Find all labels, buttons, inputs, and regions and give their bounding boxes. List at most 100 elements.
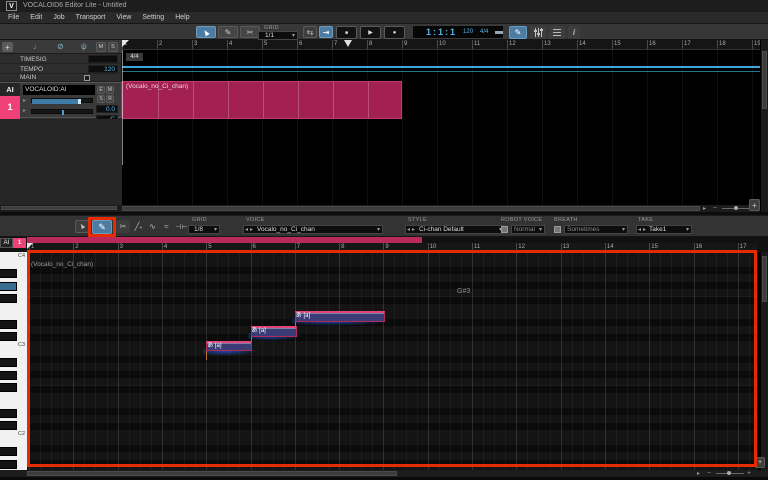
pr-playhead-flag[interactable] xyxy=(27,243,33,249)
piano-key-black[interactable] xyxy=(0,332,17,341)
record-button[interactable]: ● xyxy=(384,26,405,39)
piano-key-black[interactable] xyxy=(0,320,17,329)
info-button[interactable]: i xyxy=(568,26,580,39)
pr-zoom-in-icon[interactable]: + xyxy=(747,470,751,477)
piano-key-black[interactable] xyxy=(0,358,17,367)
track-panel-hscroll[interactable] xyxy=(0,205,122,212)
editor-view-button[interactable]: ✎ xyxy=(509,26,527,39)
end-marker[interactable] xyxy=(344,40,352,47)
tempo-curve-line[interactable] xyxy=(122,66,760,68)
timeline-vscroll[interactable] xyxy=(760,40,768,212)
take-select[interactable]: ◂▸ Take1 ▾ xyxy=(636,225,692,234)
pr-hscroll[interactable]: ▸ − + xyxy=(0,470,768,477)
menu-edit[interactable]: Edit xyxy=(30,13,42,23)
track-name-field[interactable]: VOCALOID:AI xyxy=(23,85,95,95)
pr-vscroll[interactable] xyxy=(760,252,768,470)
volume-value[interactable]: 0.0 xyxy=(96,105,118,113)
add-track-button[interactable]: + xyxy=(2,42,13,52)
tempo-value[interactable]: 120 xyxy=(88,65,118,73)
pr-ruler[interactable]: 1234567891011121314151617 xyxy=(27,243,758,252)
menu-help[interactable]: Help xyxy=(175,13,189,23)
robot-voice-checkbox[interactable] xyxy=(501,226,508,233)
grid-select[interactable]: 1/1▾ xyxy=(258,31,298,40)
pr-tab-number[interactable]: 1 xyxy=(13,238,26,248)
next-arrow-icon[interactable]: ▸ xyxy=(250,226,253,233)
pr-grid-select[interactable]: 1/8▾ xyxy=(188,225,220,234)
volume-expand-arrow[interactable]: ▸ xyxy=(23,97,26,104)
main-checkbox[interactable] xyxy=(84,75,90,81)
scroll-right-arrow-icon[interactable]: ▸ xyxy=(703,205,706,212)
title-bar[interactable]: V VOCALOID6 Editor Lite - Untitled xyxy=(0,0,768,12)
piano-keyboard[interactable]: C4C3C2 xyxy=(0,252,27,470)
note-grid[interactable]: (Vocalo_no_Ci_chan) G#3 あ [a]あ [a]あ [a] xyxy=(27,252,758,470)
breath-checkbox[interactable] xyxy=(554,226,561,233)
metronome-icon[interactable]: ⊘ xyxy=(57,42,64,51)
pointer-tool-button[interactable]: ▲ xyxy=(196,26,216,38)
pr-hscroll-thumb[interactable] xyxy=(27,471,397,476)
track-list-button[interactable] xyxy=(549,26,565,39)
robot-voice-select[interactable]: Normal ▾ xyxy=(511,225,545,234)
timeline-hscroll-thumb[interactable] xyxy=(122,206,700,211)
menu-view[interactable]: View xyxy=(116,13,131,23)
track-part[interactable]: (Vocalo_no_Ci_chan) xyxy=(122,81,402,119)
piano-key-black[interactable] xyxy=(0,282,17,291)
track-row[interactable]: AI 1 VOCALOID:AI E M S R ▸ 0.0 ▸ C xyxy=(0,82,122,118)
pr-scissors-tool-button[interactable]: ✂ xyxy=(116,220,130,233)
menu-job[interactable]: Job xyxy=(53,13,64,23)
zoom-out-icon[interactable]: − xyxy=(713,205,717,212)
loop-button[interactable]: ⇆ xyxy=(303,26,317,38)
voice-select[interactable]: ◂▸ Vocalo_no_Ci_chan ▾ xyxy=(243,225,383,234)
master-mute-button[interactable]: M xyxy=(96,42,106,52)
pr-zoom-slider-thumb[interactable] xyxy=(727,471,731,475)
menu-setting[interactable]: Setting xyxy=(142,13,164,23)
prev-arrow-icon[interactable]: ◂ xyxy=(245,226,248,233)
piano-key-black[interactable] xyxy=(0,447,17,456)
timesig-tag[interactable]: 4/4 xyxy=(126,53,143,61)
volume-slider[interactable] xyxy=(31,98,93,103)
pan-slider[interactable] xyxy=(31,109,93,114)
follow-playhead-button[interactable]: ⇥ xyxy=(319,26,333,38)
prev-arrow-icon[interactable]: ◂ xyxy=(407,226,410,233)
track-record-button[interactable]: R xyxy=(106,95,114,103)
menu-transport[interactable]: Transport xyxy=(76,13,106,23)
zoom-slider-thumb[interactable] xyxy=(734,206,738,210)
pr-pencil-tool-button[interactable]: ✎ xyxy=(92,220,112,234)
track-solo-button[interactable]: S xyxy=(97,95,105,103)
mixer-button[interactable] xyxy=(530,26,546,39)
play-button[interactable]: ▶ xyxy=(360,26,381,39)
piano-key-black[interactable] xyxy=(0,409,17,418)
scroll-right-arrow-icon[interactable]: ▸ xyxy=(697,470,700,477)
piano-key-black[interactable] xyxy=(0,371,17,380)
timeline-add-button[interactable]: + xyxy=(749,199,760,211)
track-edit-button[interactable]: E xyxy=(97,86,105,94)
piano-key-black[interactable] xyxy=(0,383,17,392)
next-arrow-icon[interactable]: ▸ xyxy=(643,226,646,233)
timeline[interactable]: 12345678910111213141516171819 4/4 (Vocal… xyxy=(122,40,760,212)
pr-zoom-out-icon[interactable]: − xyxy=(707,470,711,477)
pr-tab-badge[interactable]: AI xyxy=(0,238,13,248)
prev-arrow-icon[interactable]: ◂ xyxy=(638,226,641,233)
timesig-value-box[interactable] xyxy=(88,55,118,63)
timeline-ruler[interactable]: 12345678910111213141516171819 xyxy=(122,40,760,50)
stop-button[interactable]: ■ xyxy=(336,26,357,39)
pencil-tool-button[interactable]: ✎ xyxy=(218,26,238,38)
scissors-tool-button[interactable]: ✂ xyxy=(240,26,260,38)
pan-expand-arrow[interactable]: ▸ xyxy=(23,107,26,114)
next-arrow-icon[interactable]: ▸ xyxy=(412,226,415,233)
piano-key-black[interactable] xyxy=(0,294,17,303)
pitch-line-tool-button[interactable]: ╱+ xyxy=(132,220,145,233)
piano-key-black[interactable] xyxy=(0,269,17,278)
volume-thumb[interactable] xyxy=(78,99,81,104)
track-panel-hscroll-thumb[interactable] xyxy=(1,206,117,210)
pr-pointer-tool-button[interactable]: ▲ xyxy=(75,220,89,233)
note-length-tool-button[interactable]: ⊣⊢ xyxy=(174,220,189,233)
master-solo-button[interactable]: S xyxy=(108,42,118,52)
timeline-hscroll[interactable]: ▸ − + xyxy=(122,205,760,212)
pitch-smooth-tool-button[interactable]: ≈ xyxy=(160,220,173,233)
playhead-flag[interactable] xyxy=(122,40,129,47)
pr-add-button[interactable]: + xyxy=(755,457,765,468)
breath-select[interactable]: Sometimes ▾ xyxy=(564,225,628,234)
piano-key-black[interactable] xyxy=(0,460,17,469)
track-mute-button[interactable]: M xyxy=(106,86,114,94)
pr-vscroll-thumb[interactable] xyxy=(762,256,767,302)
